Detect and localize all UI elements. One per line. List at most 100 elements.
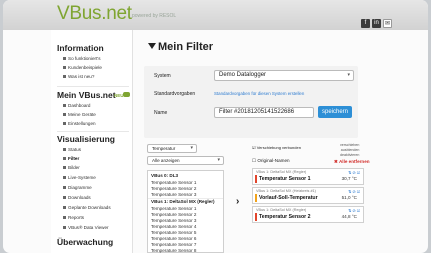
image-icon — [63, 166, 66, 170]
play-icon — [63, 57, 66, 61]
sidebar-item-charts[interactable]: Diagramme — [63, 185, 92, 190]
sidebar-item-label: Dashboard — [68, 103, 91, 108]
card-controls-legend: verschieben ausblenden deaktivieren — [340, 143, 359, 158]
name-input[interactable]: Filter #20181205141522686 — [214, 107, 314, 118]
sidebar-item-label: So funktioniert's — [68, 56, 101, 61]
download-icon — [63, 196, 66, 200]
page-title: Mein Filter — [158, 41, 214, 53]
list-item[interactable]: Temperature Sensor 2 — [151, 212, 196, 217]
viewer-icon — [63, 226, 66, 230]
sidebar-item-label: Einstellungen — [68, 121, 96, 126]
mail-icon[interactable]: ✉ — [383, 19, 392, 28]
show-select[interactable]: Alle anzeigen ▾ — [147, 156, 224, 165]
info-icon — [63, 75, 66, 79]
save-button[interactable]: speichern — [318, 106, 352, 118]
brand-logo[interactable]: VBus.net — [57, 3, 132, 25]
remove-all-label: Alle entfernen — [338, 159, 370, 164]
system-select[interactable]: Demo Datalogger ▾ — [214, 70, 354, 81]
system-label: System — [154, 73, 171, 79]
sidebar-item-label: Filter — [68, 156, 80, 161]
sidebar-item-examples[interactable]: Kundenbeispiele — [63, 65, 102, 70]
sidebar-item-images[interactable]: Bilder — [63, 165, 80, 170]
sidebar-item-label: Downloads — [68, 195, 91, 200]
sidebar-item-dashboard[interactable]: Dashboard — [63, 103, 90, 108]
brand-subtitle: powered by RESOL — [132, 13, 177, 19]
card-controls-icon[interactable]: ⇅ ⊘ ☑ — [348, 189, 360, 194]
legend-disable: deaktivieren — [340, 153, 360, 157]
selected-card[interactable]: VBus 1: DeltaSol MX (Regler) ⇅ ⊘ ☑ Tempe… — [252, 206, 364, 223]
live-icon — [63, 176, 66, 180]
selected-sensors: VBus 1: DeltaSol MX (Regler) ⇅ ⊘ ☑ Tempe… — [252, 168, 365, 228]
list-item[interactable]: Temperature Sensor 1 — [151, 206, 196, 211]
filter-icon — [148, 43, 156, 49]
chevron-down-icon: ▾ — [217, 157, 220, 163]
chart-icon — [63, 186, 66, 190]
filter-icon — [63, 157, 66, 161]
filter-form: System Demo Datalogger ▾ Standardvorgaben… — [144, 66, 358, 138]
divider — [57, 86, 129, 87]
remove-all-button[interactable]: ✖ Alle entfernen — [334, 159, 370, 165]
toggle-icon[interactable] — [123, 92, 130, 97]
card-source: VBus 1: DeltaSol MX (Regler) — [256, 170, 307, 174]
facebook-icon[interactable]: f — [361, 19, 370, 28]
checkbox-linked-label: Verschiebung verbunden — [256, 145, 301, 150]
checkbox-original-label: Original-Namen — [257, 158, 290, 163]
list-item[interactable]: Temperature Sensor 1 — [151, 180, 196, 185]
report-icon — [63, 216, 66, 220]
series-color-swatch — [255, 175, 257, 183]
card-controls-icon[interactable]: ⇅ ⊘ ☑ — [348, 170, 360, 175]
browser-frame: VBus.net powered by RESOL f in ✉ Informa… — [3, 0, 428, 253]
checkbox-linked[interactable]: ☑ Verschiebung verbunden — [252, 145, 301, 150]
sidebar-item-devices[interactable]: Meine Geräte — [63, 112, 96, 117]
gear-icon — [63, 122, 66, 126]
main-content: Mein Filter System Demo Datalogger ▾ Stan… — [134, 30, 428, 253]
sidebar-item-reports[interactable]: Reports — [63, 215, 84, 220]
dashboard-icon — [63, 104, 66, 108]
list-item[interactable]: Temperature Sensor 6 — [151, 236, 196, 241]
list-item[interactable]: Temperature Sensor 7 — [151, 242, 196, 247]
sidebar: Information So funktioniert's Kundenbeis… — [51, 30, 133, 253]
linkedin-icon[interactable]: in — [372, 19, 381, 28]
card-name: Vorlauf-Soll-Temperatur — [259, 195, 318, 201]
selected-card[interactable]: VBus 1: DeltaSol MX (Regler) ⇅ ⊘ ☑ Tempe… — [252, 168, 364, 185]
selected-card[interactable]: VBus 1: DeltaSol MX (Heizkreis #1) ⇅ ⊘ ☑… — [252, 187, 364, 204]
list-item[interactable]: Temperature Sensor 5 — [151, 230, 196, 235]
list-item[interactable]: Temperature Sensor 3 — [151, 192, 196, 197]
list-group-title: VBus 0: DL3 — [151, 173, 179, 178]
sidebar-heading-information: Information — [57, 43, 104, 53]
system-value: Demo Datalogger — [219, 72, 267, 78]
list-item[interactable]: Temperature Sensor 4 — [151, 224, 196, 229]
standard-link[interactable]: Standardvorgaben für diesen System erste… — [214, 91, 304, 96]
sidebar-item-filter[interactable]: Filter — [63, 156, 79, 161]
list-item[interactable]: Temperature Sensor 3 — [151, 218, 196, 223]
sidebar-item-status[interactable]: Status — [63, 147, 81, 152]
sidebar-heading-ueberwachung: Überwachung — [57, 237, 114, 247]
sidebar-item-data-viewer[interactable]: VBus® Data Viewer — [63, 225, 109, 230]
add-arrow-icon[interactable]: › — [236, 196, 239, 207]
card-controls-icon[interactable]: ⇅ ⊘ ☑ — [348, 208, 360, 213]
sidebar-item-label: VBus® Data Viewer — [68, 225, 109, 230]
show-value: Alle anzeigen — [152, 158, 180, 163]
sidebar-heading-mein-vbus: Mein VBus.net — [57, 90, 116, 100]
sidebar-item-downloads[interactable]: Downloads — [63, 195, 91, 200]
sidebar-item-label: Was ist neu? — [68, 74, 95, 79]
card-name: Temperatur Sensor 1 — [259, 176, 311, 182]
calendar-icon — [63, 206, 66, 210]
sidebar-item-scheduled-downloads[interactable]: Geplante Downloads — [63, 205, 111, 210]
divider — [57, 131, 129, 132]
sidebar-item-how-it-works[interactable]: So funktioniert's — [63, 56, 101, 61]
image-icon — [63, 66, 66, 70]
sidebar-item-live-systems[interactable]: Live-Systeme — [63, 175, 96, 180]
series-color-swatch — [255, 213, 257, 221]
category-select[interactable]: Temperatur ▾ — [147, 144, 197, 153]
list-group-title: VBus 1: DeltaSol MX (Regler) — [151, 199, 215, 204]
card-value: 30,7 °C — [341, 176, 357, 181]
chevron-down-icon: ▾ — [190, 145, 193, 151]
list-item[interactable]: Temperature Sensor 8 — [151, 248, 196, 253]
sidebar-item-whats-new[interactable]: Was ist neu? — [63, 74, 94, 79]
checkbox-original-names[interactable]: ☐ Original-Namen — [252, 158, 290, 164]
sidebar-item-settings[interactable]: Einstellungen — [63, 121, 96, 126]
card-source: VBus 1: DeltaSol MX (Heizkreis #1) — [256, 189, 316, 193]
sidebar-item-label: Meine Geräte — [68, 112, 96, 117]
list-item[interactable]: Temperature Sensor 2 — [151, 186, 196, 191]
